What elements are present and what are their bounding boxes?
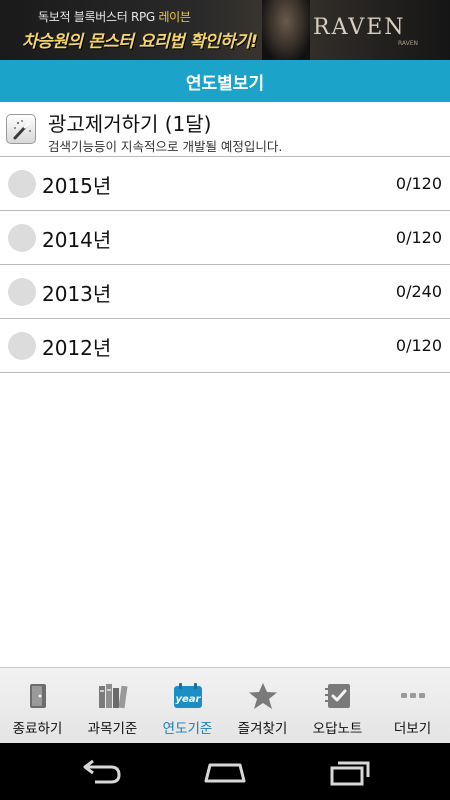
year-row-2012[interactable]: 2012년 0/120 (0, 319, 450, 373)
tab-by-year[interactable]: year 연도기준 (150, 668, 225, 743)
year-progress-count: 0/120 (395, 228, 442, 247)
ad-logo: RAVEN (313, 15, 406, 40)
year-calendar-icon: year (172, 680, 204, 712)
tab-label: 과목기준 (87, 721, 138, 737)
books-icon (97, 680, 129, 712)
year-label: 2015년 (42, 174, 112, 198)
tab-label: 연도기준 (162, 721, 213, 737)
exit-door-icon (22, 680, 54, 712)
tab-favorites[interactable]: 즐겨찾기 (225, 668, 300, 743)
year-row-2015[interactable]: 2015년 0/120 (0, 157, 450, 211)
year-progress-count: 0/120 (395, 174, 442, 193)
tab-label: 즐겨찾기 (237, 721, 288, 737)
year-progress-count: 0/240 (395, 282, 442, 301)
year-row-2013[interactable]: 2013년 0/240 (0, 265, 450, 319)
star-icon (247, 680, 279, 712)
back-arrow-icon[interactable] (75, 757, 125, 787)
year-icon-text: year (175, 694, 201, 705)
radio-circle-icon (8, 170, 36, 198)
magic-wand-icon (6, 114, 36, 144)
year-label: 2013년 (42, 282, 112, 306)
remove-ads-item[interactable]: 광고제거하기 (1달) 검색기능등이 지속적으로 개발될 예정입니다. (0, 102, 450, 157)
tab-more[interactable]: 더보기 (375, 668, 450, 743)
year-row-2014[interactable]: 2014년 0/120 (0, 211, 450, 265)
year-label: 2014년 (42, 228, 112, 252)
page-title: 연도별보기 (185, 73, 265, 94)
radio-circle-icon (8, 224, 36, 252)
ad-person-image (262, 0, 310, 60)
tab-exit[interactable]: 종료하기 (0, 668, 75, 743)
ad-headline: 독보적 블록버스터 RPG 레이븐 (38, 10, 191, 24)
tab-label: 오답노트 (312, 721, 363, 737)
ad-banner[interactable]: 독보적 블록버스터 RPG 레이븐 차승원의 몬스터 요리법 확인하기! RAV… (0, 0, 450, 60)
ad-logo-sub: RAVEN (398, 40, 419, 47)
promo-subtitle: 검색기능등이 지속적으로 개발될 예정입니다. (48, 139, 283, 154)
tab-by-subject[interactable]: 과목기준 (75, 668, 150, 743)
year-progress-count: 0/120 (395, 336, 442, 355)
ad-tagline: 차승원의 몬스터 요리법 확인하기! (22, 32, 258, 52)
tab-wrong-answer-notes[interactable]: 오답노트 (300, 668, 375, 743)
tab-label: 종료하기 (12, 721, 63, 737)
radio-circle-icon (8, 332, 36, 360)
notebook-check-icon (322, 680, 354, 712)
promo-title: 광고제거하기 (1달) (48, 112, 212, 136)
recent-apps-icon[interactable] (326, 757, 376, 787)
system-nav-bar (0, 743, 450, 800)
year-label: 2012년 (42, 336, 112, 360)
home-icon[interactable] (200, 757, 250, 787)
more-dots-icon (397, 680, 429, 712)
bottom-tab-bar: 종료하기 과목기준 year 연도기준 즐겨찾기 오답노트 더보기 (0, 667, 450, 743)
tab-label: 더보기 (393, 721, 432, 737)
radio-circle-icon (8, 278, 36, 306)
title-bar: 연도별보기 (0, 60, 450, 102)
